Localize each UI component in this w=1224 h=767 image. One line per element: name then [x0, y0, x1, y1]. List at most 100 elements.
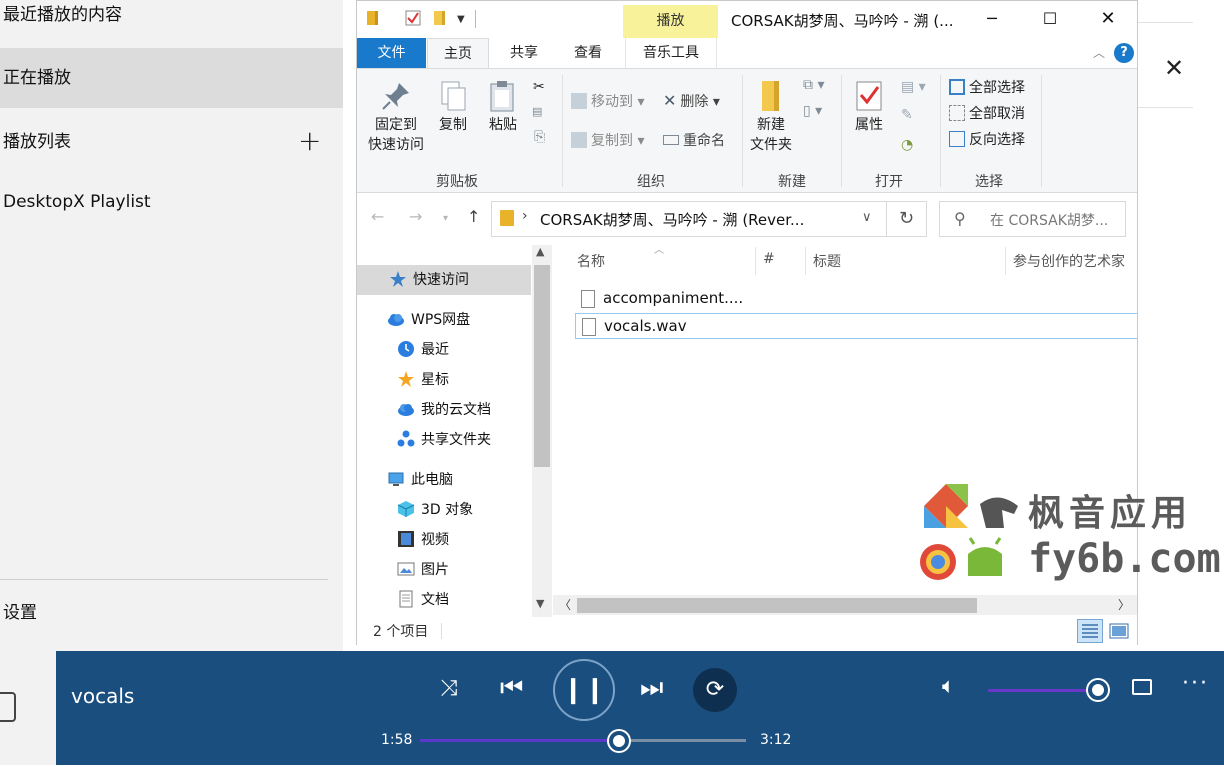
- file-list-scrollbar[interactable]: 〈 〉: [553, 595, 1137, 615]
- maximize-button[interactable]: ☐: [1021, 1, 1079, 37]
- nav-item-videos[interactable]: 视频: [397, 525, 449, 555]
- new-folder-button[interactable]: 新建 文件夹: [747, 79, 795, 155]
- nav-item-shared-folder[interactable]: 共享文件夹: [397, 425, 491, 455]
- scrollbar-thumb[interactable]: [577, 598, 977, 613]
- quick-access-dropdown-icon[interactable]: ▼: [457, 14, 465, 25]
- properties-button[interactable]: 属性: [849, 79, 889, 135]
- address-path[interactable]: CORSAK胡梦周、马吟吟 - 溯 (Rever...: [540, 209, 804, 230]
- properties-quick-icon[interactable]: [405, 10, 421, 30]
- sidebar-item-playlists[interactable]: 播放列表: [0, 112, 343, 172]
- close-button[interactable]: ✕: [1079, 1, 1137, 37]
- chevron-left-icon[interactable]: 〈: [559, 596, 571, 613]
- up-arrow-icon[interactable]: ↑: [467, 207, 480, 226]
- file-row[interactable]: accompaniment....: [575, 286, 1137, 312]
- nav-item-recent[interactable]: 最近: [397, 335, 449, 365]
- more-options-icon[interactable]: ···: [1182, 671, 1209, 696]
- nav-item-starred[interactable]: 星标: [397, 365, 449, 395]
- nav-item-wps-drive[interactable]: WPS网盘: [387, 305, 470, 335]
- sidebar-item-settings[interactable]: 设置: [0, 583, 343, 643]
- delete-button[interactable]: ✕ 删除 ▾: [663, 91, 720, 111]
- tab-share[interactable]: 共享: [493, 38, 555, 68]
- chevron-up-icon[interactable]: ▲: [536, 245, 544, 258]
- details-view-button[interactable]: [1077, 619, 1103, 643]
- column-header-number[interactable]: #: [763, 251, 775, 267]
- mini-player-icon[interactable]: [1132, 679, 1152, 695]
- copy-to-button[interactable]: 复制到 ▾: [571, 130, 644, 150]
- file-row[interactable]: vocals.wav: [575, 313, 1137, 339]
- nav-item-cloud-docs[interactable]: 我的云文档: [397, 395, 491, 425]
- edit-icon[interactable]: ✎: [901, 107, 913, 123]
- close-icon[interactable]: ✕: [1164, 54, 1184, 82]
- search-input[interactable]: ⚲ 在 CORSAK胡梦...: [939, 201, 1126, 237]
- chevron-down-icon[interactable]: ∨: [862, 210, 872, 225]
- history-icon[interactable]: ◔: [901, 137, 913, 153]
- film-icon: [398, 531, 414, 547]
- nav-item-pictures[interactable]: 图片: [397, 555, 449, 585]
- seek-bar[interactable]: [420, 731, 746, 751]
- move-to-button[interactable]: 移动到 ▾: [571, 91, 644, 111]
- folder-icon[interactable]: [367, 10, 379, 30]
- recent-locations-icon[interactable]: ▾: [443, 213, 448, 224]
- shuffle-icon[interactable]: ⤨: [440, 676, 458, 701]
- next-track-icon[interactable]: ⏭: [640, 673, 663, 704]
- nav-item-documents[interactable]: 文档: [397, 585, 449, 615]
- previous-track-icon[interactable]: ⏮: [500, 673, 523, 704]
- divider[interactable]: [1005, 247, 1006, 275]
- volume-slider-thumb[interactable]: [1088, 680, 1108, 700]
- seek-bar-thumb[interactable]: [608, 731, 629, 751]
- open-icon[interactable]: ▤ ▾: [901, 79, 926, 95]
- divider[interactable]: [805, 247, 806, 275]
- nav-pane-scrollbar[interactable]: ▲ ▼: [532, 245, 552, 617]
- chevron-up-icon[interactable]: ︿: [1093, 44, 1105, 61]
- column-header-artists[interactable]: 参与创作的艺术家: [1013, 251, 1125, 271]
- back-arrow-icon[interactable]: ←: [371, 207, 384, 226]
- chevron-down-icon[interactable]: ▼: [536, 597, 544, 610]
- tab-music-tools[interactable]: 音乐工具: [625, 38, 717, 68]
- tab-play-context[interactable]: 播放: [623, 5, 718, 38]
- select-none-button[interactable]: 全部取消: [949, 103, 1025, 123]
- rename-button[interactable]: 重命名: [663, 130, 725, 150]
- nav-item-this-pc[interactable]: 此电脑: [387, 465, 453, 495]
- nav-item-quick-access[interactable]: 快速访问: [357, 265, 531, 295]
- tab-file[interactable]: 文件: [357, 38, 426, 68]
- album-art-icon[interactable]: [0, 692, 16, 722]
- document-icon: [399, 590, 413, 608]
- seek-bar-progress: [420, 739, 619, 742]
- move-icon: [571, 93, 587, 109]
- refresh-button[interactable]: ↻: [887, 201, 927, 237]
- now-playing-title[interactable]: vocals: [71, 684, 134, 708]
- paste-button[interactable]: 粘贴: [483, 79, 523, 135]
- new-folder-quick-icon[interactable]: [433, 10, 447, 30]
- scrollbar-thumb[interactable]: [534, 265, 550, 467]
- volume-icon[interactable]: 🔈︎: [942, 674, 955, 699]
- tab-home[interactable]: 主页: [427, 38, 489, 68]
- divider[interactable]: [755, 247, 756, 275]
- large-icons-view-button[interactable]: [1107, 619, 1131, 643]
- add-playlist-button[interactable]: +: [298, 127, 321, 155]
- address-bar[interactable]: › CORSAK胡梦周、马吟吟 - 溯 (Rever... ∨: [491, 201, 887, 237]
- paste-shortcut-icon[interactable]: ⎘: [534, 129, 545, 145]
- nav-item-3d-objects[interactable]: 3D 对象: [397, 495, 473, 525]
- invert-selection-button[interactable]: 反向选择: [949, 129, 1025, 149]
- copy-button[interactable]: 复制: [433, 79, 473, 135]
- chevron-right-icon[interactable]: ›: [522, 208, 528, 224]
- pin-quick-access-button[interactable]: 固定到 快速访问: [365, 79, 427, 155]
- easy-access-icon[interactable]: ▯ ▾: [803, 103, 822, 119]
- column-header-title[interactable]: 标题: [813, 251, 841, 271]
- pause-button[interactable]: ❙❙: [553, 659, 615, 721]
- repeat-icon[interactable]: ⟳: [693, 668, 737, 712]
- sidebar-item-recent[interactable]: 最近播放的内容: [0, 0, 343, 45]
- cut-icon[interactable]: ✂: [533, 79, 545, 95]
- volume-slider[interactable]: [988, 689, 1098, 692]
- sidebar-item-now-playing[interactable]: 正在播放: [0, 48, 343, 108]
- help-icon[interactable]: ?: [1114, 43, 1134, 63]
- new-item-icon[interactable]: ⧉ ▾: [803, 77, 824, 93]
- select-all-button[interactable]: 全部选择: [949, 77, 1025, 97]
- minimize-button[interactable]: ─: [963, 1, 1021, 37]
- tab-view[interactable]: 查看: [557, 38, 619, 68]
- sidebar-playlist-item[interactable]: DesktopX Playlist: [0, 172, 343, 232]
- copy-path-icon[interactable]: ▤: [532, 105, 542, 118]
- column-header-name[interactable]: 名称: [577, 251, 605, 271]
- forward-arrow-icon[interactable]: →: [409, 207, 422, 226]
- chevron-right-icon[interactable]: 〉: [1118, 596, 1130, 613]
